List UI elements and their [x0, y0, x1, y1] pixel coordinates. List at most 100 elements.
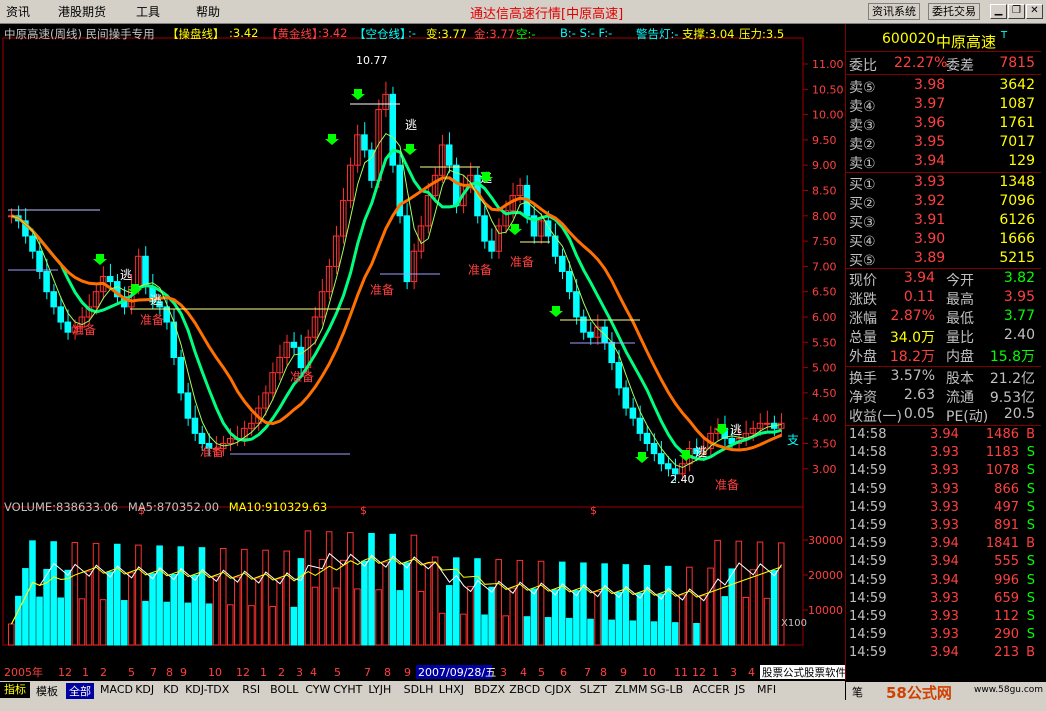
time-axis-label: 7	[150, 666, 157, 679]
menu-help[interactable]: 帮助	[196, 3, 220, 20]
indicator-boll[interactable]: BOLL	[270, 683, 298, 696]
stat-row: 外盘 18.2万 内盘 15.8万	[849, 349, 1035, 365]
delegate-trade-button[interactable]: 委托交易	[928, 3, 980, 20]
prepare-label: 准备	[200, 445, 224, 459]
kline-chart[interactable]: 逃逃逃逃逃逃准备准备准备准备准备准备准备准备$$$ 11.0010.5010.0…	[0, 24, 845, 664]
indicator-zlmm[interactable]: ZLMM	[615, 683, 648, 696]
prepare-label: 准备	[510, 255, 534, 269]
time-axis-label: 2	[278, 666, 285, 679]
volume-bar	[474, 558, 481, 646]
indicator-kdj[interactable]: KDJ	[135, 683, 154, 696]
tab-indicators[interactable]: 指标	[0, 682, 30, 698]
indicator-kdj-tdx[interactable]: KDJ-TDX	[185, 683, 229, 696]
indicator-cyw[interactable]: CYW	[305, 683, 330, 696]
volume-bar	[191, 574, 199, 646]
indicator-bdzx[interactable]: BDZX	[474, 683, 505, 696]
candle-body	[57, 306, 65, 323]
finance-row: 净资 2.63 流通 9.53亿	[849, 387, 1035, 406]
candle-body	[488, 240, 495, 252]
minimize-icon[interactable]: ▁	[990, 4, 1007, 19]
sell-level-row: 卖② 3.95 7017	[849, 134, 1035, 153]
menu-tools[interactable]: 工具	[136, 3, 160, 20]
volume-axis-label: 30000	[808, 534, 843, 547]
volume-bar	[156, 545, 163, 646]
indicator-zbcd[interactable]: ZBCD	[509, 683, 540, 696]
time-axis-label: 12	[236, 666, 250, 679]
hjx-label: 【黄金线】	[266, 27, 324, 41]
candle-body	[64, 321, 72, 333]
hjx-value: :3.42	[318, 26, 348, 40]
indicator-rsi[interactable]: RSI	[242, 683, 260, 696]
tick-row: 14:59 3.93 497 S	[849, 499, 1035, 515]
indicator-kd[interactable]: KD	[163, 683, 179, 696]
price-axis-label: 6.50	[812, 286, 837, 299]
quote-panel: 600020 中原高速 T 委比 22.27% 委差 7815 卖⑤ 3.98 36…	[845, 24, 1046, 702]
time-axis-label: 5	[334, 666, 341, 679]
stock-flag-icon: T	[1001, 30, 1008, 41]
prepare-label: 准备	[140, 313, 164, 327]
candle-body	[403, 215, 411, 283]
candle-body	[106, 276, 114, 283]
indicator-lhxj[interactable]: LHXJ	[439, 683, 464, 696]
volume-bar	[721, 596, 728, 646]
indicator-cjdx[interactable]: CJDX	[544, 683, 571, 696]
time-axis-label: 5	[538, 666, 545, 679]
volume-bar	[481, 614, 488, 646]
stock-code: 600020	[882, 31, 936, 47]
time-axis-label: 5	[128, 666, 135, 679]
restore-icon[interactable]: ❐	[1008, 4, 1025, 19]
close-icon[interactable]: ✕	[1026, 4, 1043, 19]
watermark-logo: 58公式网	[886, 684, 952, 702]
candle-body	[587, 331, 594, 338]
indicator-macd[interactable]: MACD	[100, 683, 133, 696]
indicator-mfi[interactable]: MFI	[757, 683, 776, 696]
volume-bar	[15, 595, 22, 646]
time-highlight: 2007/09/28/五	[418, 666, 496, 679]
stat-row: 现价 3.94 今开 3.82	[849, 270, 1035, 289]
volume-bar	[608, 619, 615, 646]
tick-row: 14:58 3.93 1183 S	[849, 445, 1035, 461]
volume-bar	[558, 561, 566, 646]
chart-area[interactable]: 逃逃逃逃逃逃准备准备准备准备准备准备准备准备$$$ 11.0010.5010.0…	[0, 24, 845, 664]
volume-bar	[163, 601, 170, 646]
indicator-cyht[interactable]: CYHT	[333, 683, 362, 696]
tab-templates[interactable]: 模板	[36, 683, 58, 699]
volume-bar	[198, 547, 206, 646]
support-short-label: 支	[787, 433, 799, 447]
menu-hk-futures[interactable]: 港股期货	[58, 3, 106, 20]
volume-bar	[671, 622, 679, 646]
indicator-sdlh[interactable]: SDLH	[404, 683, 434, 696]
kong-value: 空:-	[516, 27, 536, 41]
candle-body	[664, 463, 672, 470]
indicator-slzt[interactable]: SLZT	[580, 683, 607, 696]
watermark-url: www.58gu.com	[974, 685, 1044, 695]
quote-tab[interactable]: 笔 58公式网 www.58gu.com	[846, 682, 1046, 702]
signal-s-icon: $	[590, 504, 597, 517]
indicator-sg-lb[interactable]: SG-LB	[650, 683, 683, 696]
info-system-button[interactable]: 资讯系统	[868, 3, 920, 20]
volume-bar	[573, 590, 580, 646]
kcx-label: 【空仓线】	[354, 27, 412, 41]
indicator-accer[interactable]: ACCER	[693, 683, 730, 696]
price-axis-label: 11.00	[812, 58, 844, 71]
cpx-label: 【操盘线】	[167, 27, 225, 41]
indicator-js[interactable]: JS	[735, 683, 745, 696]
candle-body	[573, 291, 580, 318]
volume-bar	[650, 621, 658, 646]
volume-bar	[170, 574, 178, 646]
price-axis-label: 7.50	[812, 235, 837, 248]
tick-row: 14:59 3.93 290 S	[849, 627, 1035, 643]
volume-axis-label: 10000	[808, 604, 843, 617]
menu-info[interactable]: 资讯	[6, 3, 30, 20]
indicator-lyjh[interactable]: LYJH	[368, 683, 391, 696]
volume-bar	[770, 570, 778, 646]
ticker-text: 股票公式股票软件下载|分析家公式网	[762, 666, 845, 679]
price-axis-label: 8.50	[812, 185, 837, 198]
volume-bar	[693, 622, 700, 646]
volume-bar	[523, 616, 531, 646]
time-axis-label: 12	[58, 666, 72, 679]
buy-level-row: 买③ 3.91 6126	[849, 212, 1035, 231]
tab-all[interactable]: 全部	[66, 683, 94, 699]
jin-value: 金:3.77	[474, 27, 515, 41]
price-axis-label: 5.50	[812, 336, 837, 349]
